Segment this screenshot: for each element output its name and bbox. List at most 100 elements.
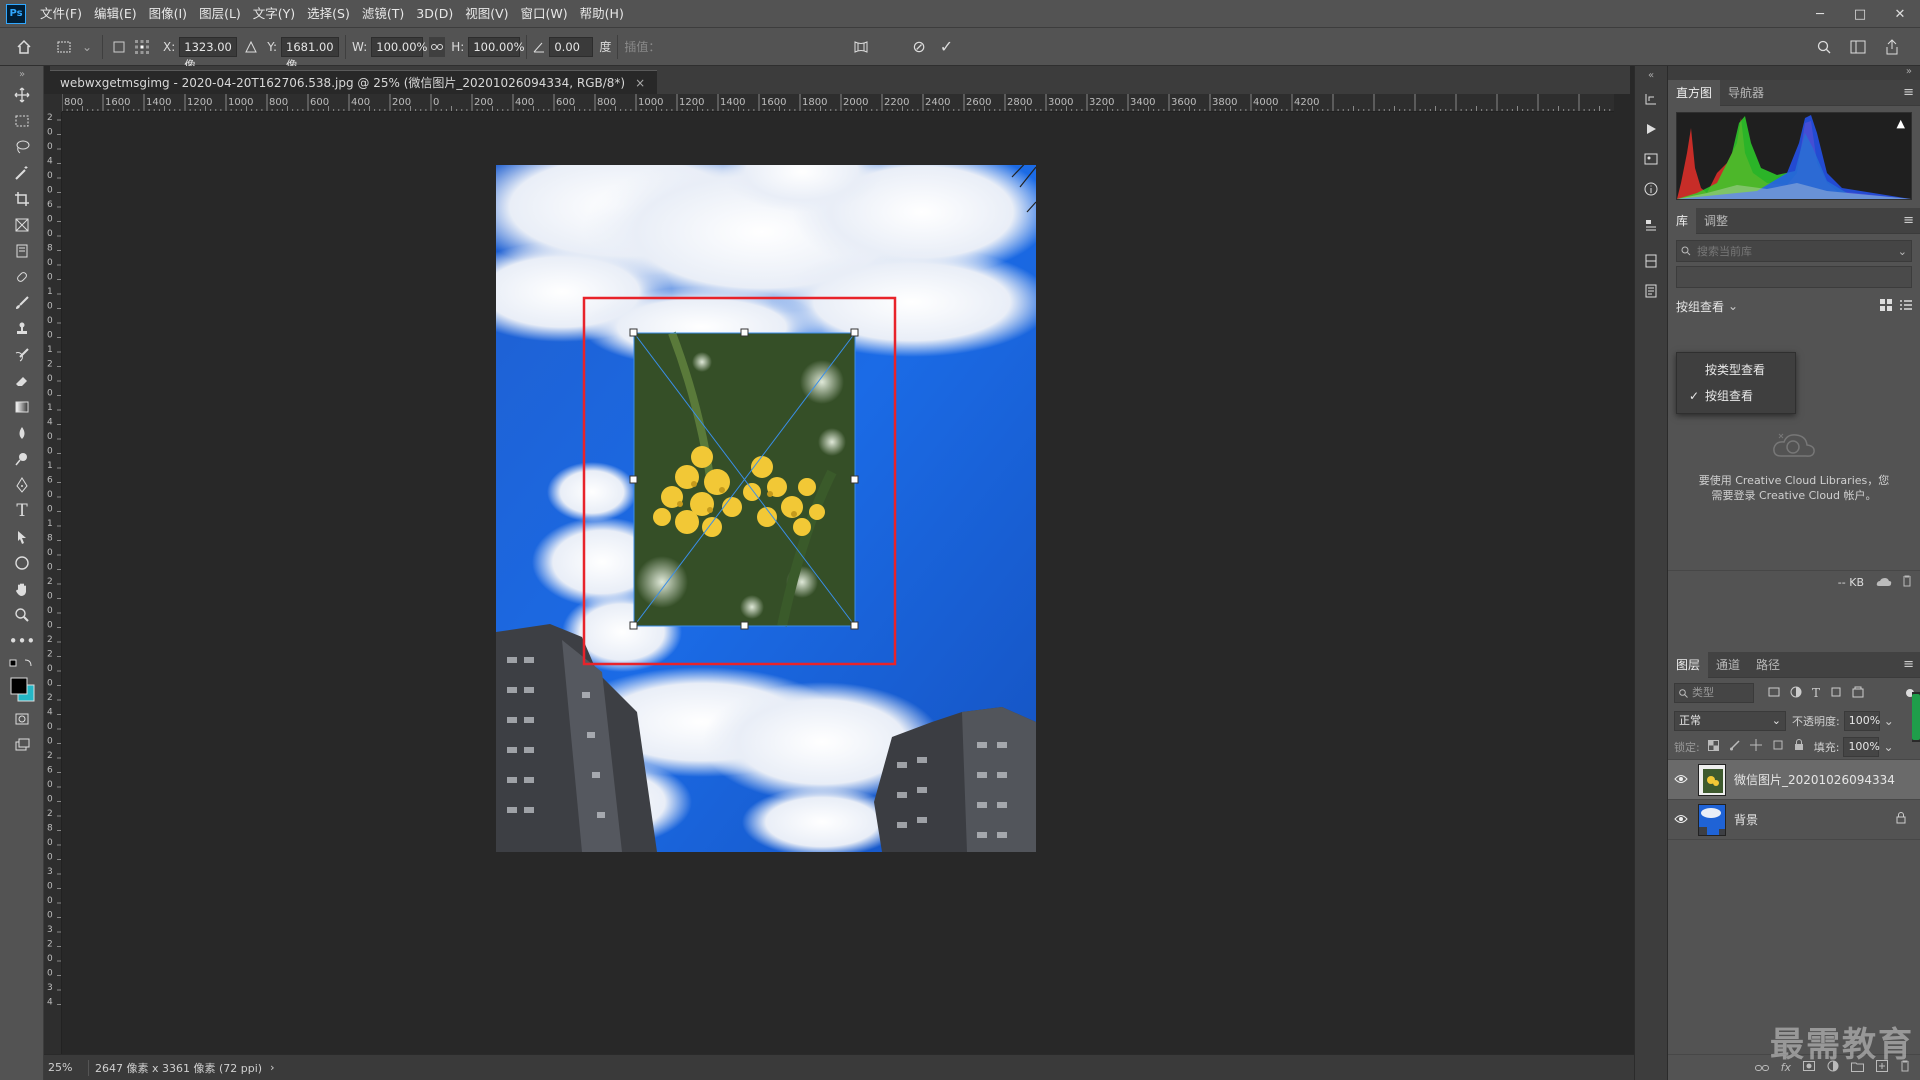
brush-tool-icon[interactable] bbox=[0, 290, 44, 316]
cancel-transform-button[interactable]: ⊘ bbox=[912, 28, 925, 66]
transform-tool-icon[interactable] bbox=[48, 28, 82, 66]
layers-menu-icon[interactable]: ≡ bbox=[1903, 652, 1914, 678]
magic-wand-tool-icon[interactable] bbox=[0, 160, 44, 186]
x-position-field[interactable]: 1323.00 像 bbox=[179, 36, 238, 72]
type-tool-icon[interactable]: T bbox=[0, 498, 44, 524]
chevron-down-icon[interactable]: ⌄ bbox=[1728, 299, 1738, 313]
more-tools-icon[interactable]: ••• bbox=[0, 628, 44, 654]
gradient-tool-icon[interactable] bbox=[0, 394, 44, 420]
view-by-dropdown[interactable]: 按组查看 bbox=[1676, 298, 1724, 315]
frame-tool-icon[interactable] bbox=[0, 212, 44, 238]
layer-row-placed-image[interactable]: 微信图片_20201026094334 bbox=[1668, 760, 1920, 800]
lasso-tool-icon[interactable] bbox=[0, 134, 44, 160]
menu-item-view-by-group[interactable]: ✓ 按组查看 bbox=[1677, 383, 1795, 409]
filter-smart-object-icon[interactable] bbox=[1852, 686, 1864, 701]
dodge-tool-icon[interactable] bbox=[0, 446, 44, 472]
chevron-down-icon[interactable]: ⌄ bbox=[1884, 714, 1894, 728]
lock-move-icon[interactable] bbox=[1749, 739, 1762, 754]
hand-tool-icon[interactable] bbox=[0, 576, 44, 602]
horizontal-ruler[interactable]: 800 1600 1400 1200 1000 800 600 400 200 0 200 400 60… bbox=[62, 94, 1614, 112]
collapse-panels-icon[interactable]: » bbox=[1668, 66, 1920, 80]
tab-navigator[interactable]: 导航器 bbox=[1720, 80, 1772, 106]
library-select[interactable] bbox=[1676, 266, 1912, 288]
pen-tool-icon[interactable] bbox=[0, 472, 44, 498]
crop-tool-icon[interactable] bbox=[0, 186, 44, 212]
filter-type-icon[interactable]: T bbox=[1812, 686, 1820, 700]
width-field[interactable]: 100.00% bbox=[371, 36, 427, 57]
quick-mask-icon[interactable] bbox=[0, 706, 44, 732]
tab-histogram[interactable]: 直方图 bbox=[1668, 79, 1721, 106]
library-search-field[interactable]: 搜索当前库 ⌄ bbox=[1676, 240, 1912, 262]
eraser-tool-icon[interactable] bbox=[0, 368, 44, 394]
ellipse-tool-icon[interactable] bbox=[0, 550, 44, 576]
close-window-button[interactable]: ✕ bbox=[1880, 0, 1920, 28]
filter-shape-icon[interactable] bbox=[1830, 686, 1842, 701]
document-tab[interactable]: webwxgetmsgimg - 2020-04-20T162706.538.j… bbox=[50, 70, 658, 95]
eyedropper-tool-icon[interactable] bbox=[0, 238, 44, 264]
chevron-down-icon[interactable]: ⌄ bbox=[1883, 740, 1893, 754]
height-field[interactable]: 100.00% bbox=[468, 36, 525, 57]
commit-transform-button[interactable]: ✓ bbox=[940, 28, 953, 66]
warning-icon[interactable]: ▲ bbox=[1897, 117, 1905, 130]
share-icon[interactable] bbox=[1880, 28, 1904, 66]
menu-select[interactable]: 选择(S) bbox=[301, 0, 356, 28]
history-panel-icon[interactable] bbox=[1635, 84, 1667, 114]
layer-row-background[interactable]: 背景 bbox=[1668, 800, 1920, 840]
menu-help[interactable]: 帮助(H) bbox=[574, 0, 630, 28]
menu-type[interactable]: 文字(Y) bbox=[247, 0, 301, 28]
menu-layer[interactable]: 图层(L) bbox=[193, 0, 247, 28]
lock-transparent-icon[interactable] bbox=[1707, 739, 1719, 754]
layer-name[interactable]: 背景 bbox=[1734, 811, 1758, 828]
actions-play-icon[interactable] bbox=[1635, 114, 1667, 144]
panel-menu-icon[interactable]: ≡ bbox=[1903, 80, 1914, 106]
channels-panel-icon[interactable] bbox=[1635, 246, 1667, 276]
visibility-eye-icon[interactable] bbox=[1668, 773, 1694, 787]
visibility-eye-icon[interactable] bbox=[1668, 813, 1694, 827]
screen-mode-icon[interactable] bbox=[0, 732, 44, 758]
filter-adjustment-icon[interactable] bbox=[1790, 686, 1802, 701]
tab-libraries[interactable]: 库 bbox=[1668, 207, 1697, 234]
blur-tool-icon[interactable] bbox=[0, 420, 44, 446]
menu-filter[interactable]: 滤镜(T) bbox=[356, 0, 410, 28]
status-menu-arrow[interactable]: › bbox=[270, 1061, 274, 1074]
workspace-icon[interactable] bbox=[1846, 28, 1870, 66]
scrollbar[interactable] bbox=[1912, 692, 1920, 742]
link-layers-icon[interactable] bbox=[1754, 1061, 1769, 1075]
collapse-icons-icon[interactable]: « bbox=[1635, 66, 1667, 84]
menu-image[interactable]: 图像(I) bbox=[143, 0, 193, 28]
tab-adjustments[interactable]: 调整 bbox=[1696, 208, 1736, 234]
link-icon[interactable] bbox=[429, 36, 446, 57]
close-tab-button[interactable]: × bbox=[635, 71, 645, 95]
menu-file[interactable]: 文件(F) bbox=[34, 0, 88, 28]
relative-position-icon[interactable] bbox=[245, 28, 258, 66]
home-icon[interactable] bbox=[0, 28, 48, 66]
library-menu-icon[interactable]: ≡ bbox=[1903, 208, 1914, 234]
opacity-field[interactable]: 100% bbox=[1843, 711, 1880, 731]
vertical-ruler[interactable]: 2 0 0 4 0 0 6 0 0 8 0 0 1 0 0 0 1 2 0 0 1 4 0 0 1 6 0 0 1 8 0 0 2 0 0 0 2 2 0 0… bbox=[44, 112, 62, 1054]
info-icon[interactable] bbox=[1635, 174, 1667, 204]
tab-paths[interactable]: 路径 bbox=[1748, 652, 1788, 678]
y-position-field[interactable]: 1681.00 像 bbox=[281, 36, 340, 72]
warp-mode-icon[interactable] bbox=[850, 28, 872, 66]
scrollbar-thumb[interactable] bbox=[1912, 694, 1920, 740]
history-brush-tool-icon[interactable] bbox=[0, 342, 44, 368]
fill-field[interactable]: 100% bbox=[1843, 736, 1880, 757]
cloud-sync-icon[interactable] bbox=[1876, 576, 1892, 590]
document-canvas[interactable] bbox=[62, 112, 1614, 1054]
move-tool-icon[interactable] bbox=[0, 82, 44, 108]
properties-panel-icon[interactable] bbox=[1635, 144, 1667, 174]
filter-pixel-icon[interactable] bbox=[1768, 686, 1780, 701]
trash-icon[interactable] bbox=[1902, 575, 1912, 590]
menu-view[interactable]: 视图(V) bbox=[459, 0, 514, 28]
menu-edit[interactable]: 编辑(E) bbox=[88, 0, 143, 28]
marquee-tool-icon[interactable] bbox=[0, 108, 44, 134]
default-colors-icon[interactable] bbox=[0, 654, 44, 672]
color-swatches[interactable] bbox=[0, 672, 44, 706]
layer-filter-select[interactable]: 类型 bbox=[1674, 683, 1754, 703]
lock-all-icon[interactable] bbox=[1794, 739, 1804, 754]
collapse-toolbar-icon[interactable]: » bbox=[0, 66, 44, 82]
reference-point-toggle[interactable] bbox=[109, 28, 129, 66]
lock-brush-icon[interactable] bbox=[1729, 739, 1740, 754]
blend-mode-select[interactable]: 正常 ⌄ bbox=[1674, 711, 1786, 731]
menu-item-view-by-type[interactable]: 按类型查看 bbox=[1677, 357, 1795, 383]
